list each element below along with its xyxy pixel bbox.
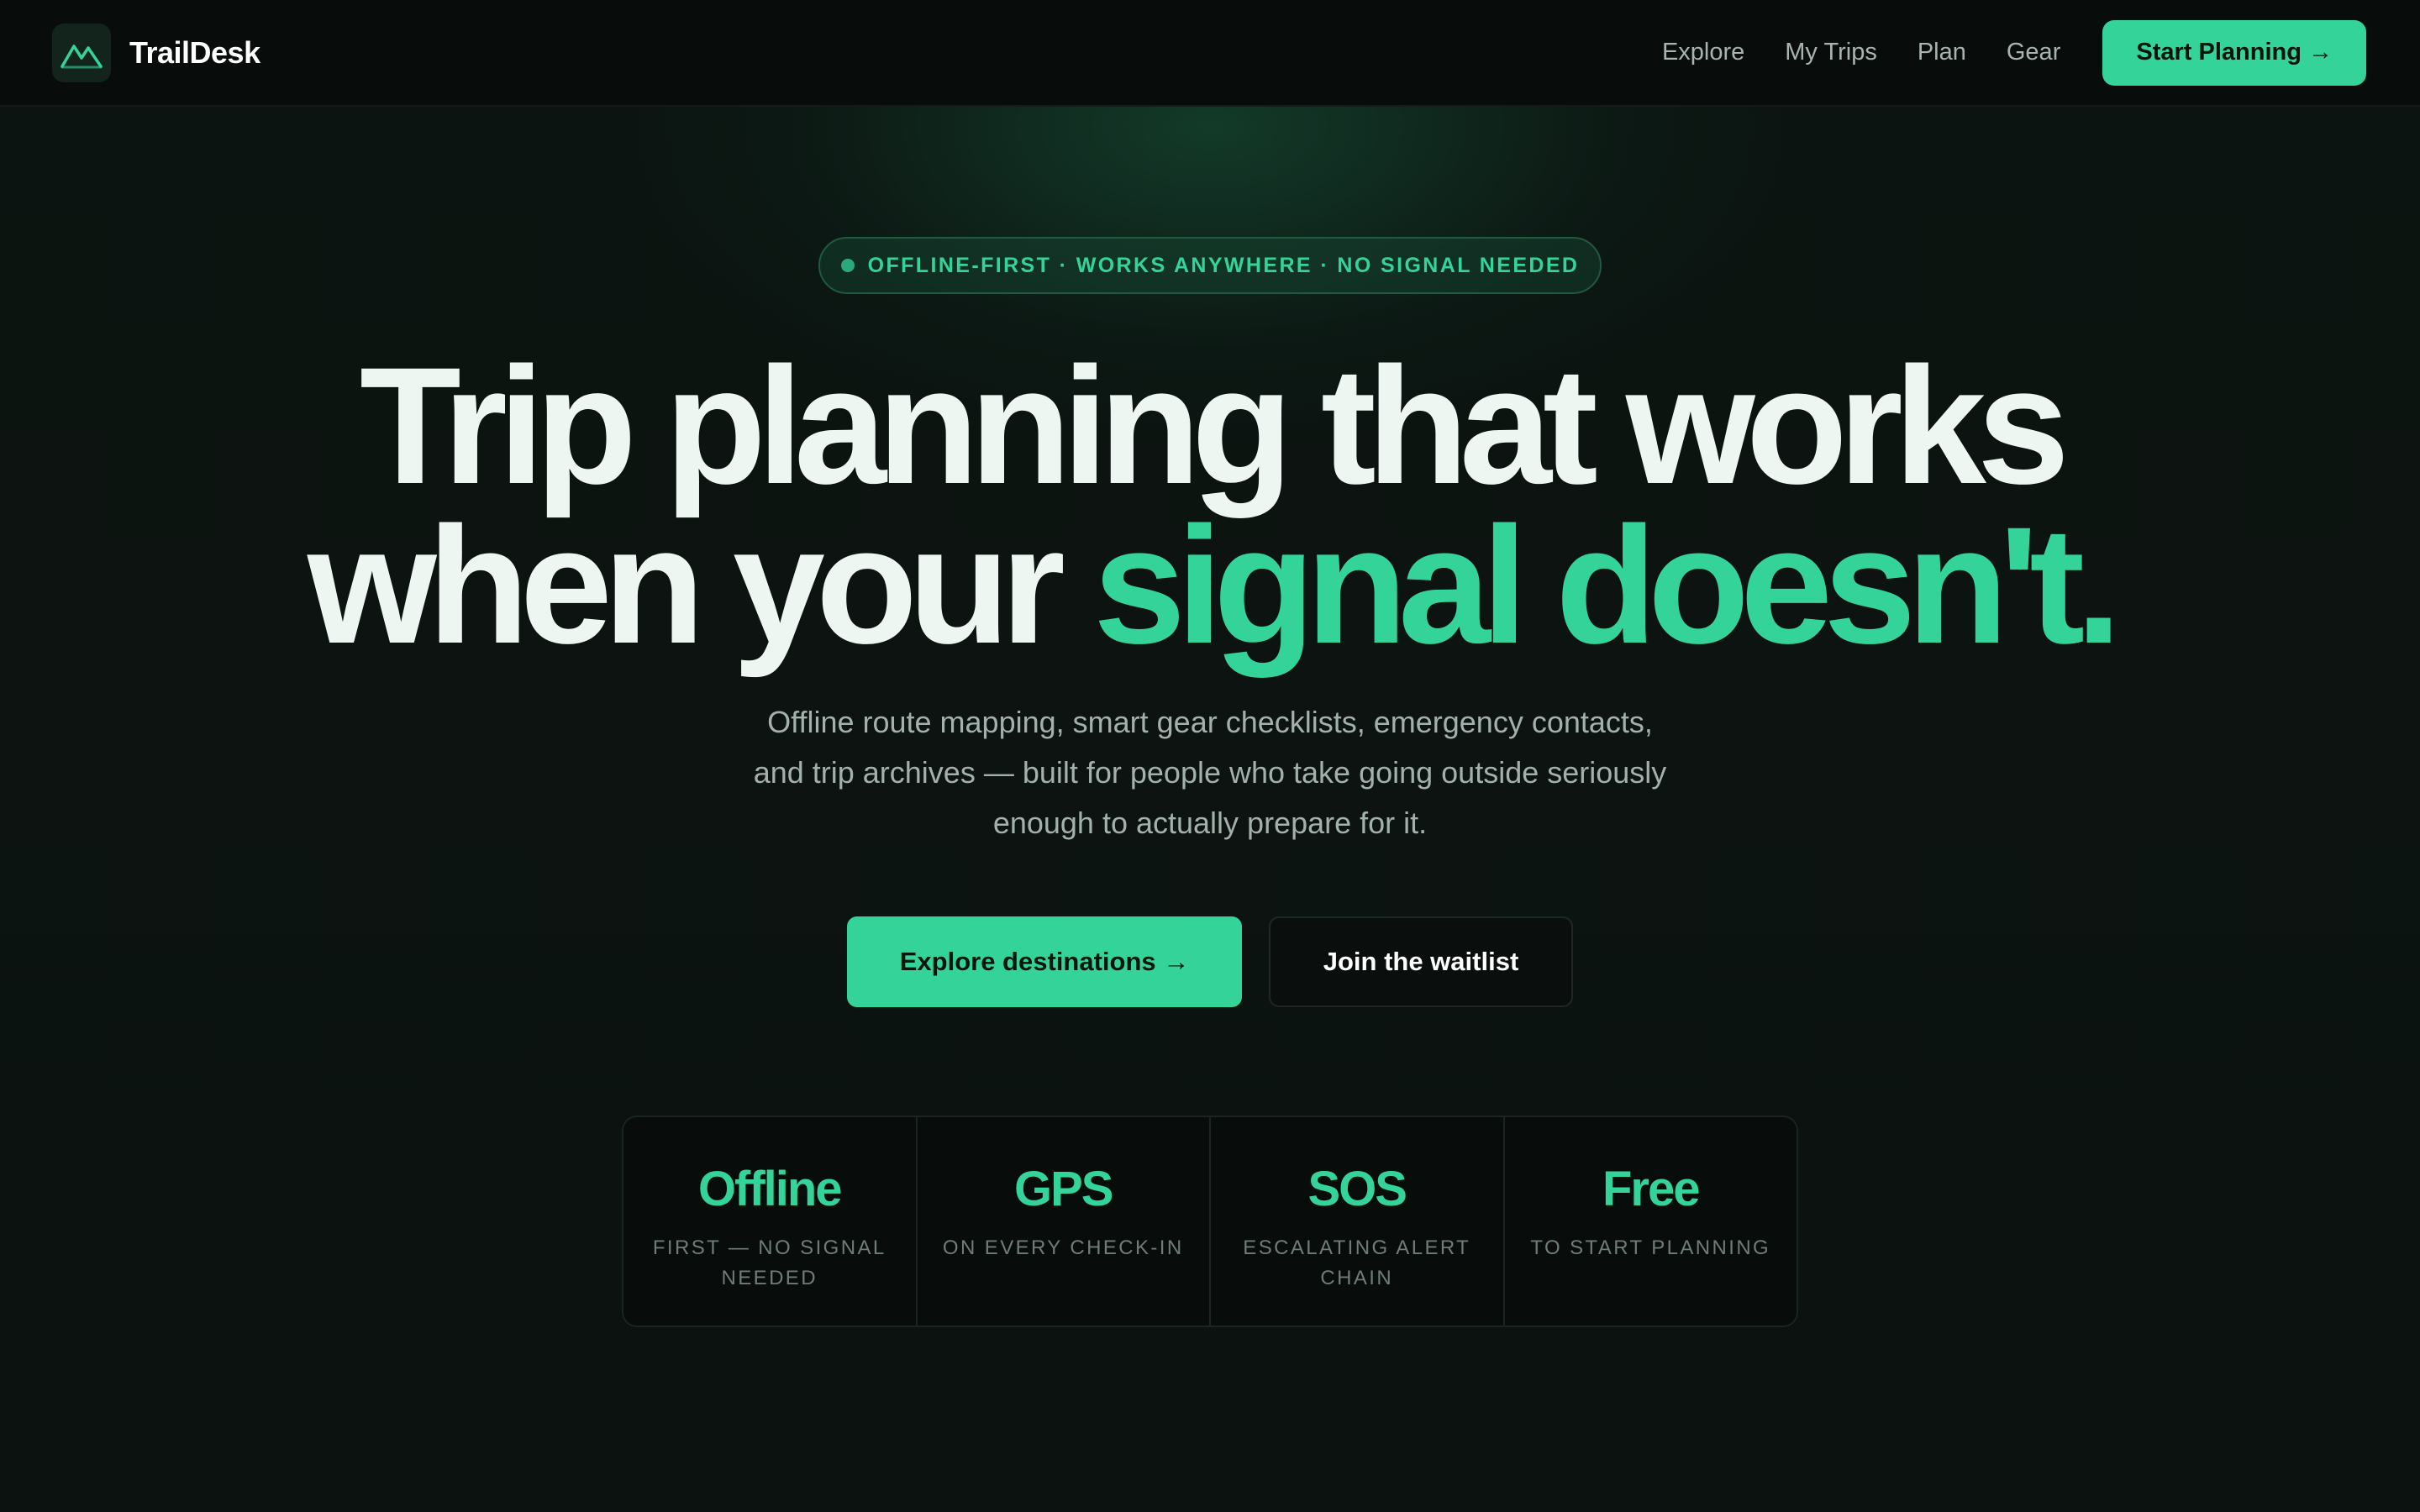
stat-label: ESCALATING ALERT CHAIN <box>1243 1236 1471 1289</box>
headline-line-1: Trip planning that works <box>359 333 2070 518</box>
top-navigation: TrailDesk Explore My Trips Plan Gear Sta… <box>0 0 2420 107</box>
stat-gps: GPS ON EVERY CHECK-IN <box>915 1117 1210 1326</box>
hero-subtitle: Offline route mapping, smart gear checkl… <box>753 705 1667 840</box>
stat-value: SOS <box>1307 1162 1407 1216</box>
stat-value: Free <box>1602 1162 1701 1216</box>
nav-link-my-trips[interactable]: My Trips <box>1785 39 1877 66</box>
stat-label: TO START PLANNING <box>1530 1236 1771 1259</box>
stat-value: Offline <box>697 1162 843 1216</box>
stat-value: GPS <box>1014 1162 1113 1216</box>
nav-link-gear[interactable]: Gear <box>2007 39 2060 66</box>
offline-badge: OFFLINE-FIRST · WORKS ANYWHERE · NO SIGN… <box>818 237 1602 294</box>
headline-accent: signal doesn't. <box>1092 492 2122 678</box>
brand-name: TrailDesk <box>129 34 260 70</box>
mountain-icon <box>52 23 111 82</box>
start-planning-button[interactable]: Start Planning → <box>2102 19 2366 86</box>
feature-stats: Offline FIRST — NO SIGNAL NEEDED GPS ON … <box>622 1116 1798 1327</box>
stat-label: FIRST — NO SIGNAL NEEDED <box>652 1236 886 1289</box>
hero-actions: Explore destinations → Join the waitlist <box>0 916 2420 1007</box>
stat-free: Free TO START PLANNING <box>1502 1117 1797 1326</box>
hero-headline: Trip planning that works when your signa… <box>0 343 2420 669</box>
headline-line-2: when your <box>307 492 1093 678</box>
stat-label: ON EVERY CHECK-IN <box>942 1236 1184 1259</box>
brand[interactable]: TrailDesk <box>52 23 260 82</box>
explore-destinations-button[interactable]: Explore destinations → <box>847 916 1242 1007</box>
nav-link-plan[interactable]: Plan <box>1918 39 1966 66</box>
stat-offline: Offline FIRST — NO SIGNAL NEEDED <box>623 1117 916 1326</box>
badge-text: OFFLINE-FIRST · WORKS ANYWHERE · NO SIGN… <box>867 253 1580 277</box>
landing-page: TrailDesk Explore My Trips Plan Gear Sta… <box>0 0 2420 1512</box>
nav-menu: Explore My Trips Plan Gear Start Plannin… <box>1662 19 2366 86</box>
nav-link-explore[interactable]: Explore <box>1662 39 1744 66</box>
join-waitlist-button[interactable]: Join the waitlist <box>1269 916 1573 1007</box>
stat-sos: SOS ESCALATING ALERT CHAIN <box>1209 1117 1503 1326</box>
status-dot-icon <box>840 259 855 272</box>
